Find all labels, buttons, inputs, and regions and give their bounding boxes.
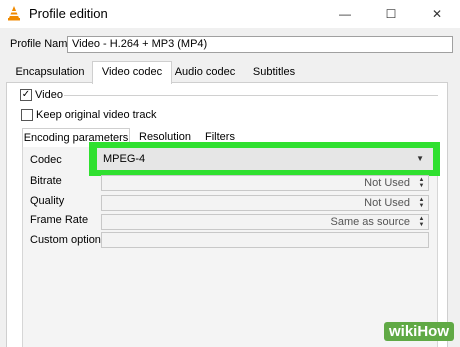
profile-name-input[interactable]: Video - H.264 + MP3 (MP4) [67,36,453,53]
tab-subtitles[interactable]: Subtitles [242,63,306,82]
bitrate-value: Not Used [364,177,410,189]
video-checkbox-label: Video [35,89,63,101]
tab-encapsulation[interactable]: Encapsulation [10,63,90,82]
keep-original-label: Keep original video track [36,109,157,121]
bitrate-label: Bitrate [30,175,62,187]
tab-audio-codec[interactable]: Audio codec [170,63,240,82]
quality-label: Quality [30,195,65,207]
frame-rate-value: Same as source [330,216,410,228]
custom-options-label: Custom options [30,234,107,246]
codec-value: MPEG-4 [103,153,146,165]
video-group-divider [64,95,438,96]
wikihow-watermark: wikiHow [383,322,454,341]
keep-original-checkbox[interactable] [21,109,33,121]
video-checkbox[interactable]: ✓ [20,89,32,101]
spin-arrows-icon[interactable]: ▲ ▼ [416,177,427,189]
chevron-down-icon: ▼ [416,154,424,163]
tab-video-codec[interactable]: Video codec [92,61,172,84]
codec-label: Codec [30,154,62,166]
spin-arrows-icon[interactable]: ▲ ▼ [416,197,427,209]
quality-field[interactable]: Not Used ▲ ▼ [101,195,429,211]
frame-rate-label: Frame Rate [30,214,89,226]
maximize-button[interactable]: ☐ [368,0,414,28]
close-button[interactable]: ✕ [414,0,460,28]
title-bar: Profile edition — ☐ ✕ [0,0,460,28]
spin-arrows-icon[interactable]: ▲ ▼ [416,216,427,228]
minimize-button[interactable]: — [322,0,368,28]
window-title: Profile edition [29,6,108,21]
bitrate-field[interactable]: Not Used ▲ ▼ [101,175,429,191]
custom-options-input[interactable] [101,232,429,248]
vlc-cone-icon [8,6,20,21]
quality-value: Not Used [364,197,410,209]
profile-name-label: Profile Name [10,38,74,50]
codec-select[interactable]: MPEG-4 ▼ [97,148,433,170]
frame-rate-field[interactable]: Same as source ▲ ▼ [101,214,429,230]
